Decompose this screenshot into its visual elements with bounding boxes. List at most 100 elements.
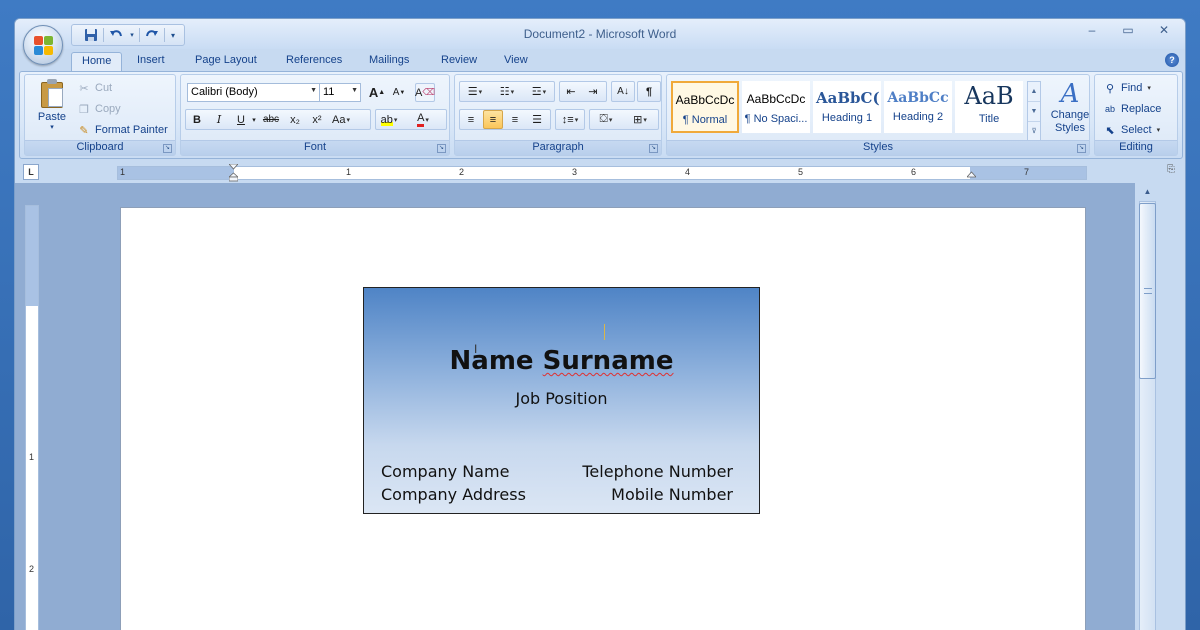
left-indent-marker[interactable] xyxy=(229,164,238,182)
paint-bucket-icon: ⛋ xyxy=(599,113,608,125)
office-button[interactable] xyxy=(23,25,63,65)
shading-button[interactable]: ⛋ ▾ xyxy=(591,110,621,129)
copy-icon: ❐ xyxy=(79,103,89,116)
underline-dropdown-icon[interactable]: ▾ xyxy=(249,110,259,129)
tab-page-layout[interactable]: Page Layout xyxy=(185,52,267,72)
highlight-button[interactable]: ab ▾ xyxy=(379,110,399,129)
paintbrush-icon: ✎ xyxy=(79,124,89,137)
tab-mailings[interactable]: Mailings xyxy=(359,52,419,72)
change-styles-button[interactable]: A Change Styles xyxy=(1045,79,1095,139)
dialog-launcher-icon[interactable]: ↘ xyxy=(163,144,172,153)
shrink-font-button[interactable]: A ▼ xyxy=(389,83,409,102)
numbering-button[interactable]: ☷ ▾ xyxy=(493,82,521,101)
find-button[interactable]: ⚲ Find ▾ xyxy=(1103,79,1151,97)
styles-group-label: Styles xyxy=(667,140,1089,155)
grow-font-button[interactable]: A ▲ xyxy=(367,83,387,102)
align-left-button[interactable]: ≡ xyxy=(461,110,481,129)
horizontal-ruler[interactable]: 1 1 2 3 4 5 6 7 xyxy=(117,164,1087,182)
view-ruler-icon[interactable]: ⎘ xyxy=(1167,164,1181,180)
business-card[interactable]: I Name Surname Job Position Company Name… xyxy=(363,287,760,514)
right-indent-marker[interactable] xyxy=(967,164,976,182)
line-spacing-button[interactable]: ↕≡ ▾ xyxy=(557,110,583,129)
bullets-button[interactable]: ☰ ▾ xyxy=(461,82,489,101)
help-icon[interactable]: ? xyxy=(1165,53,1179,67)
vertical-ruler[interactable]: 1 2 xyxy=(25,205,39,630)
document-page[interactable]: I Name Surname Job Position Company Name… xyxy=(120,207,1086,630)
center-button[interactable]: ≡ xyxy=(483,110,503,129)
maximize-button[interactable]: ▭ xyxy=(1117,23,1139,37)
font-color-button[interactable]: A ▾ xyxy=(413,110,433,129)
style-name: Title xyxy=(978,113,1000,125)
card-contact-block: Telephone Number Mobile Number xyxy=(582,460,733,506)
scroll-thumb[interactable] xyxy=(1139,203,1156,379)
card-company-address[interactable]: Company Address xyxy=(381,483,526,506)
more-styles-icon[interactable]: ⊽ xyxy=(1028,122,1040,142)
card-name[interactable]: Name Surname xyxy=(364,346,759,376)
ruler-number: 2 xyxy=(459,167,465,177)
tab-insert[interactable]: Insert xyxy=(127,52,175,72)
decrease-indent-button[interactable]: ⇤ xyxy=(561,82,581,101)
tab-selector[interactable]: L xyxy=(23,164,39,180)
card-company-name[interactable]: Company Name xyxy=(381,460,526,483)
style-name: Heading 2 xyxy=(892,111,944,123)
chevron-down-icon: ▾ xyxy=(1156,127,1161,134)
strikethrough-button[interactable]: abc xyxy=(261,110,281,129)
chevron-up-icon[interactable]: ▲ xyxy=(1028,82,1040,102)
paste-button[interactable]: Paste ▾ xyxy=(33,79,71,139)
clear-formatting-button[interactable]: A ⌫ xyxy=(415,83,435,102)
style-title[interactable]: AaB Title xyxy=(955,81,1023,133)
italic-button[interactable]: I xyxy=(209,110,229,129)
tab-home[interactable]: Home xyxy=(71,52,123,72)
tab-references[interactable]: References xyxy=(276,52,352,72)
increase-indent-button[interactable]: ⇥ xyxy=(583,82,603,101)
multilevel-list-button[interactable]: ☲ ▾ xyxy=(525,82,553,101)
ruler-row: L 1 1 2 3 4 5 6 7 ⎘ xyxy=(15,161,1185,182)
card-mobile[interactable]: Mobile Number xyxy=(582,483,733,506)
underline-button[interactable]: U xyxy=(231,110,251,129)
replace-button[interactable]: ab Replace xyxy=(1103,100,1161,118)
copy-button[interactable]: ❐ Copy xyxy=(77,100,121,118)
close-button[interactable]: ✕ xyxy=(1153,23,1175,37)
chevron-down-icon[interactable]: ▼ xyxy=(1028,102,1040,122)
dialog-launcher-icon[interactable]: ↘ xyxy=(1077,144,1086,153)
ruler-number: 7 xyxy=(1024,167,1030,177)
copy-label: Copy xyxy=(95,103,121,115)
font-group-label: Font xyxy=(181,140,449,155)
sort-button[interactable]: A↓ xyxy=(613,82,633,101)
format-painter-label: Format Painter xyxy=(95,124,168,136)
card-telephone[interactable]: Telephone Number xyxy=(582,460,733,483)
card-job-position[interactable]: Job Position xyxy=(364,389,759,408)
align-right-button[interactable]: ≡ xyxy=(505,110,525,129)
font-family-select[interactable]: Calibri (Body) ▼ xyxy=(187,83,320,102)
cut-button[interactable]: ✂ Cut xyxy=(77,79,112,97)
change-case-button[interactable]: Aa ▾ xyxy=(331,110,351,129)
dialog-launcher-icon[interactable]: ↘ xyxy=(649,144,658,153)
superscript-button[interactable]: x² xyxy=(307,110,327,129)
style-heading-2[interactable]: AaBbCc Heading 2 xyxy=(884,81,952,133)
format-painter-button[interactable]: ✎ Format Painter xyxy=(77,121,168,139)
subscript-button[interactable]: x₂ xyxy=(285,110,305,129)
scroll-up-icon[interactable]: ▲ xyxy=(1139,183,1156,201)
minimize-button[interactable]: – xyxy=(1081,23,1103,37)
window-controls: – ▭ ✕ xyxy=(1081,23,1175,37)
vertical-scrollbar[interactable]: ▲ xyxy=(1135,183,1161,630)
justify-button[interactable]: ☰ xyxy=(527,110,547,129)
ruler-number: 4 xyxy=(685,167,691,177)
font-size-select[interactable]: 11 ▼ xyxy=(319,83,361,102)
paragraph-group-label: Paragraph xyxy=(455,140,661,155)
style-no-spacing[interactable]: AaBbCcDc ¶ No Spaci... xyxy=(742,81,810,133)
style-normal[interactable]: AaBbCcDc ¶ Normal xyxy=(671,81,739,133)
decrease-indent-icon: ⇤ xyxy=(566,86,576,98)
dialog-launcher-icon[interactable]: ↘ xyxy=(437,144,446,153)
paragraph-group: ☰ ▾ ☷ ▾ ☲ ▾ ⇤ ⇥ A↓ ¶ ≡ ≡ ≡ ☰ ↕≡ ▾ ⛋ ▾ ⊞ ▾ Para… xyxy=(454,74,662,156)
style-heading-1[interactable]: AaBbC( Heading 1 xyxy=(813,81,881,133)
title-bar: ▾ ▾ Document2 - Microsoft Word – ▭ ✕ xyxy=(15,19,1185,49)
select-button[interactable]: ⬉ Select ▾ xyxy=(1103,121,1160,139)
tab-review[interactable]: Review xyxy=(431,52,487,72)
show-hide-marks-button[interactable]: ¶ xyxy=(639,82,659,101)
tab-view[interactable]: View xyxy=(494,52,538,72)
ruler-number: 1 xyxy=(120,167,126,177)
borders-button[interactable]: ⊞ ▾ xyxy=(625,110,655,129)
bold-button[interactable]: B xyxy=(187,110,207,129)
styles-gallery-scroll[interactable]: ▲ ▼ ⊽ xyxy=(1027,81,1041,141)
